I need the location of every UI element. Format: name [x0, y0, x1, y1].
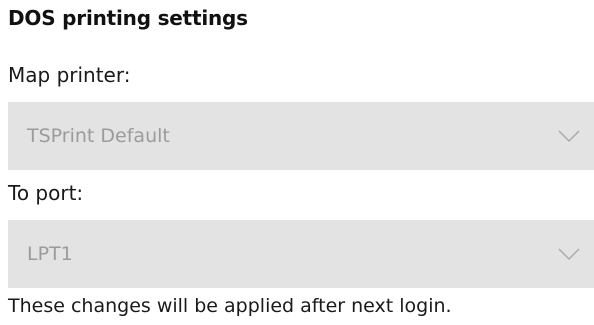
to-port-dropdown[interactable]: LPT1 — [8, 220, 594, 288]
chevron-down-icon — [558, 247, 580, 261]
section-title: DOS printing settings — [8, 6, 248, 30]
map-printer-dropdown[interactable]: TSPrint Default — [8, 102, 594, 170]
map-printer-selected-value: TSPrint Default — [27, 125, 170, 147]
map-printer-label: Map printer: — [8, 63, 131, 87]
to-port-selected-value: LPT1 — [27, 243, 73, 265]
chevron-down-icon — [558, 129, 580, 143]
dos-printing-settings-panel: DOS printing settings Map printer: TSPri… — [0, 0, 594, 325]
to-port-label: To port: — [8, 181, 84, 205]
login-notice-text: These changes will be applied after next… — [8, 295, 452, 317]
